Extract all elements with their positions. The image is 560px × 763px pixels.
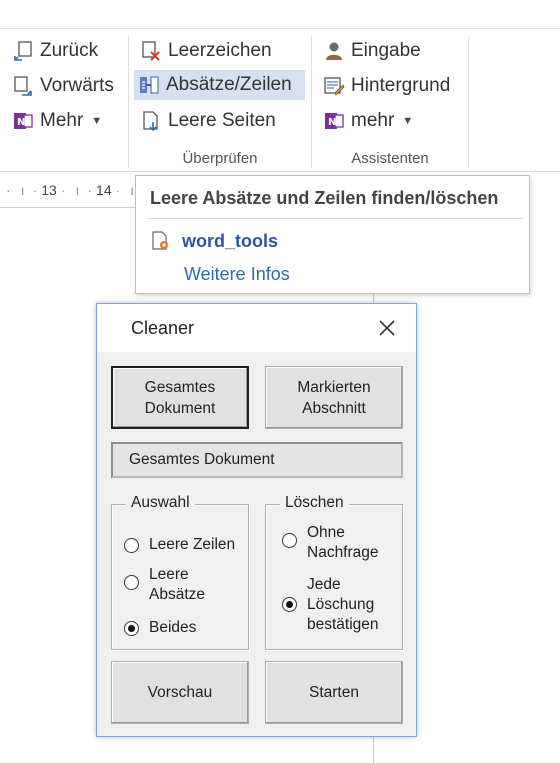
onenote-icon: N <box>14 113 33 129</box>
radio-label-confirm-line1: Jede <box>307 576 341 593</box>
ruler-mark: 14 <box>96 181 112 198</box>
start-button[interactable]: Starten <box>265 661 403 724</box>
empty-pages-button[interactable]: Leere Seiten <box>136 106 280 136</box>
input-button[interactable]: Eingabe <box>319 36 425 66</box>
selection-frame-legend: Auswahl <box>126 494 195 512</box>
preview-button[interactable]: Vorschau <box>111 661 249 724</box>
radio-label-confirm-line3: bestätigen <box>307 616 379 633</box>
input-label: Eingabe <box>351 40 421 61</box>
addin-name: word_tools <box>182 230 279 251</box>
svg-text:N: N <box>17 117 25 128</box>
onenote-icon: N <box>325 113 344 129</box>
delete-frame-legend: Löschen <box>280 494 349 512</box>
user-icon <box>326 42 342 60</box>
selection-button[interactable]: Markierten Abschnitt <box>265 366 403 429</box>
background-edit-icon <box>324 77 345 96</box>
radio-no-prompt[interactable]: Ohne Nachfrage <box>282 523 379 563</box>
paragraphs-lines-icon <box>140 76 159 94</box>
svg-text:N: N <box>328 117 336 128</box>
horizontal-ruler: · ı · 13 · ı · 14 · ı <box>0 172 140 208</box>
assist-more-label: mehr <box>351 110 395 131</box>
empty-page-icon <box>143 111 158 132</box>
ribbon-top-border <box>0 28 560 29</box>
tooltip: Leere Absätze und Zeilen finden/löschen … <box>135 175 530 294</box>
status-display: Gesamtes Dokument <box>111 442 403 478</box>
forward-icon <box>14 76 32 96</box>
radio-both[interactable]: Beides <box>124 618 196 638</box>
tooltip-addin: word_tools <box>150 230 278 252</box>
radio-label-no-prompt-line2: Nachfrage <box>307 544 379 561</box>
radio-confirm-each[interactable]: Jede Löschung bestätigen <box>282 575 379 635</box>
radio-button-both[interactable] <box>124 621 139 636</box>
more-label: Mehr <box>40 110 84 131</box>
paragraphs-lines-button[interactable]: Absätze/Zeilen <box>134 70 305 100</box>
back-icon <box>14 41 32 61</box>
forward-button[interactable]: Vorwärts <box>8 71 118 101</box>
radio-button-empty-paragraphs[interactable] <box>124 575 139 590</box>
radio-button-confirm-each[interactable] <box>282 597 297 612</box>
whole-document-label-line2: Dokument <box>144 399 216 417</box>
empty-pages-label: Leere Seiten <box>168 110 276 131</box>
radio-label-both: Beides <box>149 619 197 636</box>
radio-label-empty-paragraphs-line2: Absätze <box>149 586 206 603</box>
chevron-down-icon: ▼ <box>402 115 414 127</box>
more-info-link[interactable]: Weitere Infos <box>184 264 290 285</box>
dialog-titlebar[interactable]: Cleaner <box>97 304 416 352</box>
forward-label: Vorwärts <box>40 75 114 96</box>
paragraphs-lines-label: Absätze/Zeilen <box>166 74 292 95</box>
delete-frame: Löschen Ohne Nachfrage Jede Löschung bes… <box>265 494 403 650</box>
whole-document-label-line1: Gesamtes <box>144 378 216 396</box>
selection-label-line2: Abschnitt <box>302 399 366 417</box>
close-icon[interactable] <box>375 316 399 340</box>
selection-frame: Auswahl Leere Zeilen Leere Absätze Beide… <box>111 494 249 650</box>
background-label: Hintergrund <box>351 75 451 96</box>
background-button[interactable]: Hintergrund <box>319 71 454 101</box>
back-label: Zurück <box>40 40 99 61</box>
spaces-label: Leerzeichen <box>168 40 272 61</box>
radio-button-empty-lines[interactable] <box>124 538 139 553</box>
tooltip-divider <box>148 218 523 219</box>
spaces-delete-icon <box>142 41 160 61</box>
back-button[interactable]: Zurück <box>8 36 102 66</box>
tooltip-title: Leere Absätze und Zeilen finden/löschen <box>150 188 499 208</box>
assist-more-button[interactable]: N mehr ▼ <box>319 106 417 136</box>
selection-label-line1: Markierten <box>297 378 371 396</box>
group-label-assist: Assistenten <box>351 150 429 167</box>
group-separator <box>468 36 469 168</box>
whole-document-button[interactable]: Gesamtes Dokument <box>111 366 249 429</box>
group-label-check: Überprüfen <box>182 150 258 167</box>
spaces-button[interactable]: Leerzeichen <box>136 36 276 66</box>
addin-gear-icon <box>152 231 168 250</box>
dialog-title: Cleaner <box>131 318 195 338</box>
chevron-down-icon: ▼ <box>91 115 103 127</box>
cleaner-dialog: Cleaner Gesamtes Dokument Markierten Abs… <box>96 303 417 737</box>
group-separator <box>128 36 129 168</box>
radio-empty-paragraphs[interactable]: Leere Absätze <box>124 565 205 605</box>
radio-button-no-prompt[interactable] <box>282 533 297 548</box>
radio-empty-lines[interactable]: Leere Zeilen <box>124 535 235 555</box>
group-separator <box>311 36 312 168</box>
radio-label-empty-lines: Leere Zeilen <box>149 536 236 553</box>
ruler-mark: 13 <box>41 181 57 198</box>
radio-label-confirm-line2: Löschung <box>307 596 375 613</box>
ribbon: Zurück Vorwärts N Mehr ▼ Leerzeichen Abs… <box>0 0 560 172</box>
more-button[interactable]: N Mehr ▼ <box>8 106 106 136</box>
radio-label-empty-paragraphs-line1: Leere <box>149 566 189 583</box>
radio-label-no-prompt-line1: Ohne <box>307 524 345 541</box>
